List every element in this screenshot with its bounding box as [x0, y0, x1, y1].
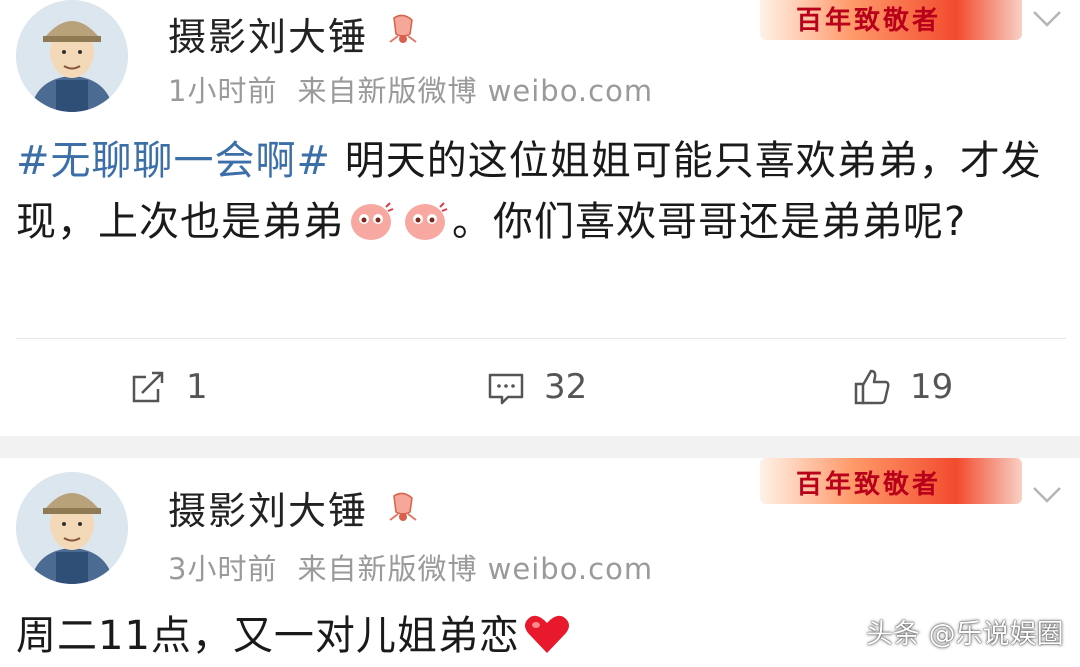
feed-separator	[0, 436, 1080, 458]
post-meta: 1小时前 来自新版微博 weibo.com	[168, 68, 653, 110]
banner-text: 百年致敬者	[796, 6, 942, 36]
post-text: 周二11点，又一对儿姐弟恋	[16, 613, 520, 659]
bell-badge-icon	[389, 492, 417, 521]
author-name[interactable]: 摄影刘大锤	[168, 480, 368, 535]
hashtag-link[interactable]: #无聊聊一会啊#	[16, 138, 331, 184]
bell-badge-icon	[389, 14, 417, 43]
author-name[interactable]: 摄影刘大锤	[168, 6, 368, 61]
post-body: #无聊聊一会啊# 明天的这位姐姐可能只喜欢弟弟，才发现，上次也是弟弟 。你们喜欢哥…	[16, 131, 1066, 253]
watermark: 头条 @乐说娱圈	[866, 619, 1064, 650]
repost-icon	[132, 371, 164, 403]
blush-emoji-icon	[405, 202, 448, 240]
comment-count: 32	[544, 367, 588, 407]
like-button[interactable]: 19	[852, 362, 953, 412]
weibo-post-1: 摄影刘大锤 1小时前 来自新版微博 weibo.com 百年致敬者 #无聊聊一会啊…	[0, 0, 1080, 436]
chevron-down-icon[interactable]	[1028, 480, 1066, 508]
like-icon	[854, 369, 890, 405]
repost-count: 1	[186, 367, 208, 407]
avatar[interactable]	[16, 472, 128, 584]
post-source[interactable]: 来自新版微博 weibo.com	[297, 74, 653, 108]
divider	[16, 338, 1066, 339]
anniversary-banner[interactable]: 百年致敬者	[760, 0, 1022, 40]
chevron-down-icon[interactable]	[1028, 4, 1066, 32]
comment-icon	[488, 373, 524, 405]
post-time: 3小时前	[168, 552, 278, 586]
like-count: 19	[910, 367, 954, 407]
banner-text: 百年致敬者	[796, 470, 942, 500]
anniversary-banner[interactable]: 百年致敬者	[760, 458, 1022, 504]
blush-emoji-icon	[351, 202, 394, 240]
avatar[interactable]	[16, 0, 128, 112]
heart-icon	[524, 615, 569, 653]
post-text-part-2: 。你们喜欢哥哥还是弟弟呢?	[452, 199, 967, 245]
post-time: 1小时前	[168, 74, 278, 108]
repost-button[interactable]: 1	[128, 362, 208, 412]
comment-button[interactable]: 32	[486, 362, 587, 412]
post-source[interactable]: 来自新版微博 weibo.com	[297, 552, 653, 586]
post-meta: 3小时前 来自新版微博 weibo.com	[168, 546, 653, 588]
